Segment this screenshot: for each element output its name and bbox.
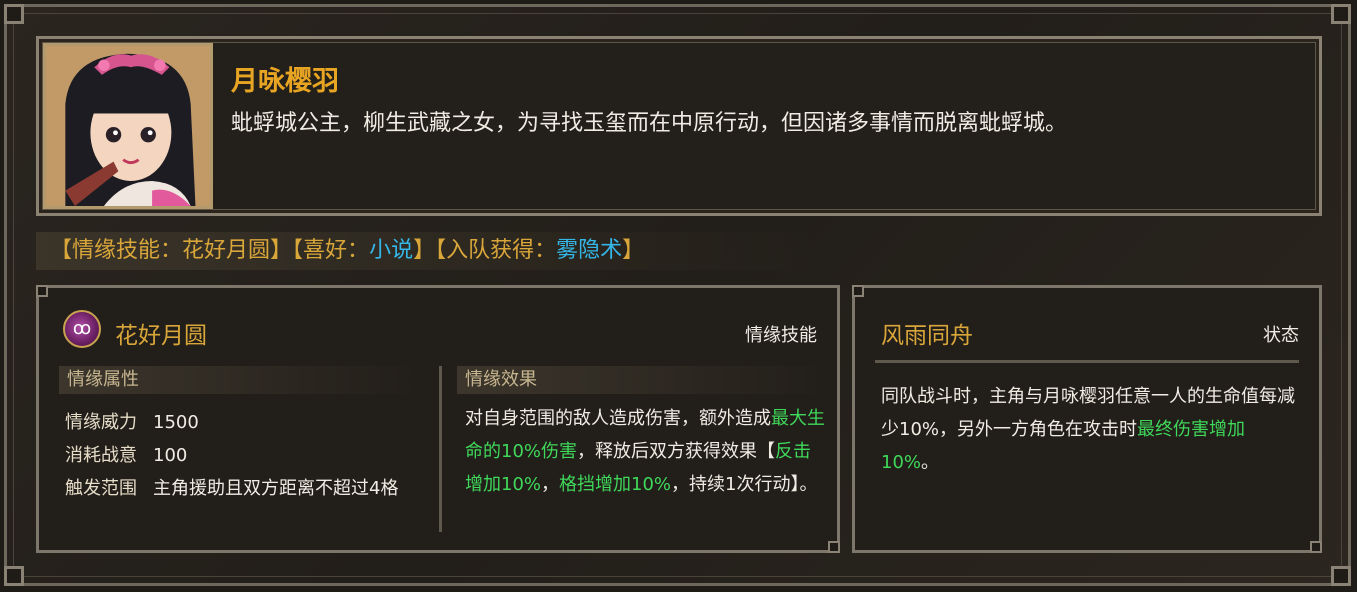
- join-reward-tag[interactable]: 雾隐术: [556, 238, 622, 263]
- attribute-value: 100: [153, 445, 188, 466]
- effect-description: 对自身范围的敌人造成伤害，额外造成最大生命的10%伤害，释放后双方获得效果【反击…: [465, 402, 827, 501]
- panel-corner: [852, 285, 864, 297]
- effect-text: ，持续1次行动】。: [671, 474, 818, 495]
- column-divider: [439, 366, 442, 532]
- skill-icon[interactable]: ꝏ: [63, 310, 101, 348]
- attributes-header: 情缘属性: [59, 366, 419, 394]
- attribute-key: 触发范围: [65, 478, 137, 499]
- join-suffix: 】: [622, 238, 645, 263]
- bond-skill-panel: ꝏ 花好月圆 情缘技能 情缘属性 情缘威力 1500 消耗战意 100 触发范围 主角…: [36, 285, 840, 553]
- panel-corner: [1310, 541, 1322, 553]
- skill-type-label: 情缘技能: [745, 325, 817, 346]
- panel-corner: [36, 285, 48, 297]
- attribute-row: 触发范围 主角援助且双方距离不超过4格: [65, 474, 398, 500]
- hobby-tag[interactable]: 小说: [369, 238, 413, 263]
- frame-corner: [4, 4, 24, 24]
- hobby-suffix: 】: [413, 238, 436, 263]
- character-panel: 月咏樱羽 蚍蜉城公主，柳生武藏之女，为寻找玉玺而在中原行动，但因诸多事情而脱离蚍…: [36, 36, 1322, 216]
- character-tags: 【情缘技能：花好月圆】【喜好：小说】【入队获得：雾隐术】: [36, 232, 816, 270]
- effect-text: ，释放后双方获得效果【: [577, 441, 776, 462]
- join-prefix: 【入队获得：: [435, 238, 557, 263]
- effect-header: 情缘效果: [457, 366, 827, 394]
- attribute-key: 情缘威力: [65, 412, 137, 433]
- attribute-key: 消耗战意: [65, 445, 137, 466]
- status-panel: 风雨同舟 状态 同队战斗时，主角与月咏樱羽任意一人的生命值每减少10%，另外一方…: [852, 285, 1322, 553]
- character-portrait: [43, 43, 213, 209]
- bond-skill-tag[interactable]: 花好月圆: [182, 238, 270, 263]
- bond-skill-prefix: 【情缘技能：: [50, 238, 183, 263]
- skill-name: 花好月圆: [115, 323, 207, 349]
- frame-corner: [1331, 566, 1351, 586]
- panel-corner: [828, 541, 840, 553]
- attribute-value: 1500: [153, 412, 199, 433]
- status-divider: [875, 360, 1299, 363]
- portrait-image: [46, 46, 210, 206]
- status-description: 同队战斗时，主角与月咏樱羽任意一人的生命值每减少10%，另外一方角色在攻击时最终…: [881, 380, 1301, 479]
- character-name: 月咏樱羽: [231, 66, 339, 97]
- character-description: 蚍蜉城公主，柳生武藏之女，为寻找玉玺而在中原行动，但因诸多事情而脱离蚍蜉城。: [231, 111, 1068, 136]
- hobby-prefix: 【喜好：: [292, 238, 370, 263]
- effect-text: ，: [541, 474, 560, 495]
- status-text: 。: [921, 452, 940, 473]
- effect-highlight: 格挡增加10%: [559, 474, 672, 495]
- status-name: 风雨同舟: [881, 323, 973, 349]
- attribute-value: 主角援助且双方距离不超过4格: [153, 478, 399, 499]
- bond-skill-suffix: 】: [270, 238, 293, 263]
- attribute-row: 消耗战意 100: [65, 441, 187, 467]
- frame-corner: [4, 566, 24, 586]
- attribute-row: 情缘威力 1500: [65, 408, 199, 434]
- status-type-label: 状态: [1263, 325, 1299, 346]
- frame-corner: [1331, 4, 1351, 24]
- effect-text: 对自身范围的敌人造成伤害，额外造成: [465, 408, 771, 429]
